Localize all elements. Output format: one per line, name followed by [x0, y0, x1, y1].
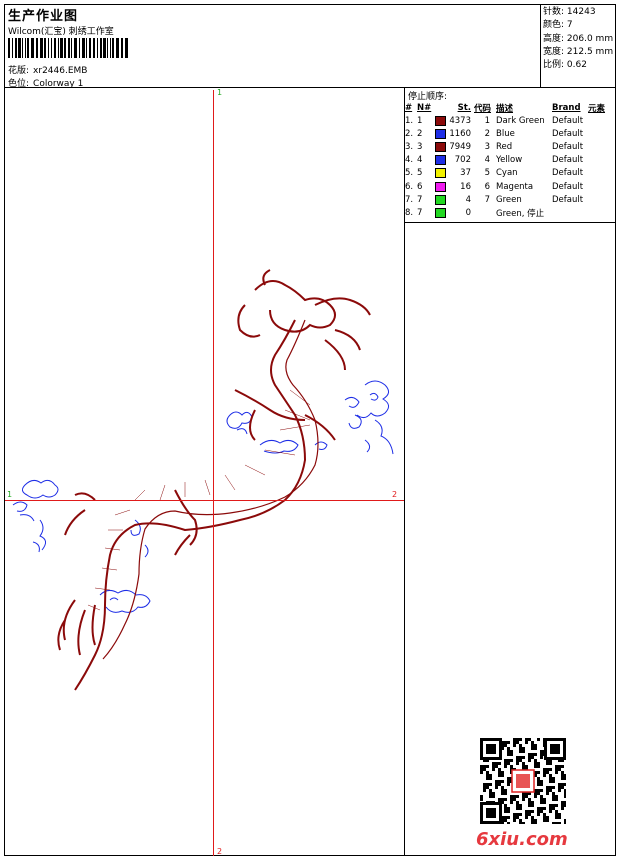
- cell-num: 4.: [405, 155, 414, 166]
- color-swatch: [435, 194, 446, 205]
- cell-brand: Default: [552, 194, 584, 205]
- axis-label-left: 1: [7, 490, 13, 499]
- stat-height: 高度: 206.0 mm: [543, 33, 614, 44]
- stat-colors: 颜色: 7: [543, 20, 573, 31]
- page-title: 生产作业图: [8, 9, 79, 24]
- color-swatch: [435, 155, 446, 166]
- cell-brand: Default: [552, 181, 584, 192]
- cell-n: 3: [417, 141, 423, 152]
- color-swatch: [435, 128, 446, 139]
- cell-code: [474, 206, 496, 219]
- table-row: 7. 7 4 7 Green Default: [405, 193, 612, 206]
- embroidery-design: [12, 269, 394, 691]
- cell-desc: Dark Green: [496, 115, 545, 126]
- horizontal-center-axis: [5, 500, 404, 501]
- barcode: [8, 38, 128, 58]
- stat-stitches: 针数: 14243: [543, 7, 596, 17]
- stat-scale: 比例: 0.62: [543, 60, 587, 71]
- panel-bottom-divider: [404, 222, 616, 223]
- cell-num: 1.: [405, 115, 414, 126]
- table-header: # N# St. 代码 描述 Brand 元素: [405, 102, 606, 114]
- cell-code: 2: [484, 128, 490, 139]
- color-swatch: [435, 141, 446, 152]
- design-value: xr2446.EMB: [33, 66, 88, 76]
- color-swatch: [435, 207, 446, 218]
- stitch-count: 0: [465, 207, 471, 218]
- stats-divider: [540, 4, 541, 87]
- design-file: 花版: xr2446.EMB: [8, 63, 87, 76]
- cell-code: 7: [484, 194, 490, 205]
- cell-n: 5: [417, 168, 423, 179]
- cell-brand: Default: [552, 128, 584, 139]
- table-row: 1. 1 4373 1 Dark Green Default: [405, 114, 612, 127]
- table-row: 3. 3 7949 3 Red Default: [405, 140, 612, 153]
- cell-desc: Green: [496, 194, 522, 205]
- stitch-count: 702: [454, 155, 471, 166]
- cell-num: 7.: [405, 194, 414, 205]
- stitch-count: 4373: [449, 115, 471, 126]
- cell-desc: Yellow: [496, 155, 523, 166]
- stat-width: 宽度: 212.5 mm: [543, 46, 614, 57]
- cell-code: 4: [484, 155, 490, 166]
- cell-code: 1: [484, 115, 490, 126]
- cell-num: 5.: [405, 168, 414, 179]
- cell-brand: Default: [552, 155, 584, 166]
- design-stats: 针数: 14243 颜色: 7 高度: 206.0 mm 宽度: 212.5 m…: [543, 6, 613, 72]
- cell-brand: [552, 206, 588, 219]
- cell-code: 3: [484, 141, 490, 152]
- stitch-count: 7949: [449, 141, 471, 152]
- cell-desc: Cyan: [496, 168, 518, 179]
- colorway-label: 色位:: [8, 79, 30, 89]
- axis-label-right: 2: [392, 490, 398, 499]
- table-row: 2. 2 1160 2 Blue Default: [405, 127, 612, 140]
- table-row: 8. 7 0 Green, 停止: [405, 206, 612, 219]
- table-row: 6. 6 16 6 Magenta Default: [405, 180, 612, 193]
- colorway-value: Colorway 1: [33, 79, 84, 89]
- qr-code: [480, 738, 566, 824]
- clouds: [12, 380, 394, 613]
- stitch-count: 4: [465, 194, 471, 205]
- cell-desc: Red: [496, 141, 513, 152]
- cell-brand: Default: [552, 168, 584, 179]
- cell-desc: Green, 停止: [496, 208, 545, 219]
- cell-code: 6: [484, 181, 490, 192]
- table-row: 4. 4 702 4 Yellow Default: [405, 154, 612, 167]
- cell-n: 1: [417, 115, 423, 126]
- cell-brand: Default: [552, 115, 584, 126]
- cell-n: 7: [417, 194, 423, 205]
- cell-num: 3.: [405, 141, 414, 152]
- cell-n: 4: [417, 155, 423, 166]
- vertical-center-axis: [213, 90, 214, 856]
- cell-n: 2: [417, 128, 423, 139]
- stitch-count: 16: [460, 181, 471, 192]
- stitch-count: 37: [460, 168, 471, 179]
- cell-n: 7: [417, 207, 423, 218]
- cell-num: 8.: [405, 207, 414, 218]
- dragon: [57, 269, 371, 691]
- cell-code: 5: [484, 168, 490, 179]
- stitch-count: 1160: [449, 128, 471, 139]
- header-divider: [4, 87, 616, 88]
- color-swatch: [435, 168, 446, 179]
- studio-name: Wilcom(汇宝) 刺绣工作室: [8, 27, 114, 37]
- color-swatch: [435, 115, 446, 126]
- axis-label-bottom: 2: [217, 847, 223, 856]
- cell-num: 2.: [405, 128, 414, 139]
- cell-desc: Magenta: [496, 181, 534, 192]
- color-swatch: [435, 181, 446, 192]
- watermark-logo: 6xiu.com: [476, 829, 568, 850]
- design-label: 花版:: [8, 66, 30, 76]
- table-row: 5. 5 37 5 Cyan Default: [405, 167, 612, 180]
- cell-n: 6: [417, 181, 423, 192]
- cell-desc: Blue: [496, 128, 515, 139]
- color-sequence-table: # N# St. 代码 描述 Brand 元素 1. 1 4373 1 Dark Gre…: [405, 101, 612, 220]
- colorway: 色位: Colorway 1: [8, 76, 83, 89]
- cell-brand: Default: [552, 141, 584, 152]
- axis-label-top: 1: [217, 88, 223, 97]
- cell-num: 6.: [405, 181, 414, 192]
